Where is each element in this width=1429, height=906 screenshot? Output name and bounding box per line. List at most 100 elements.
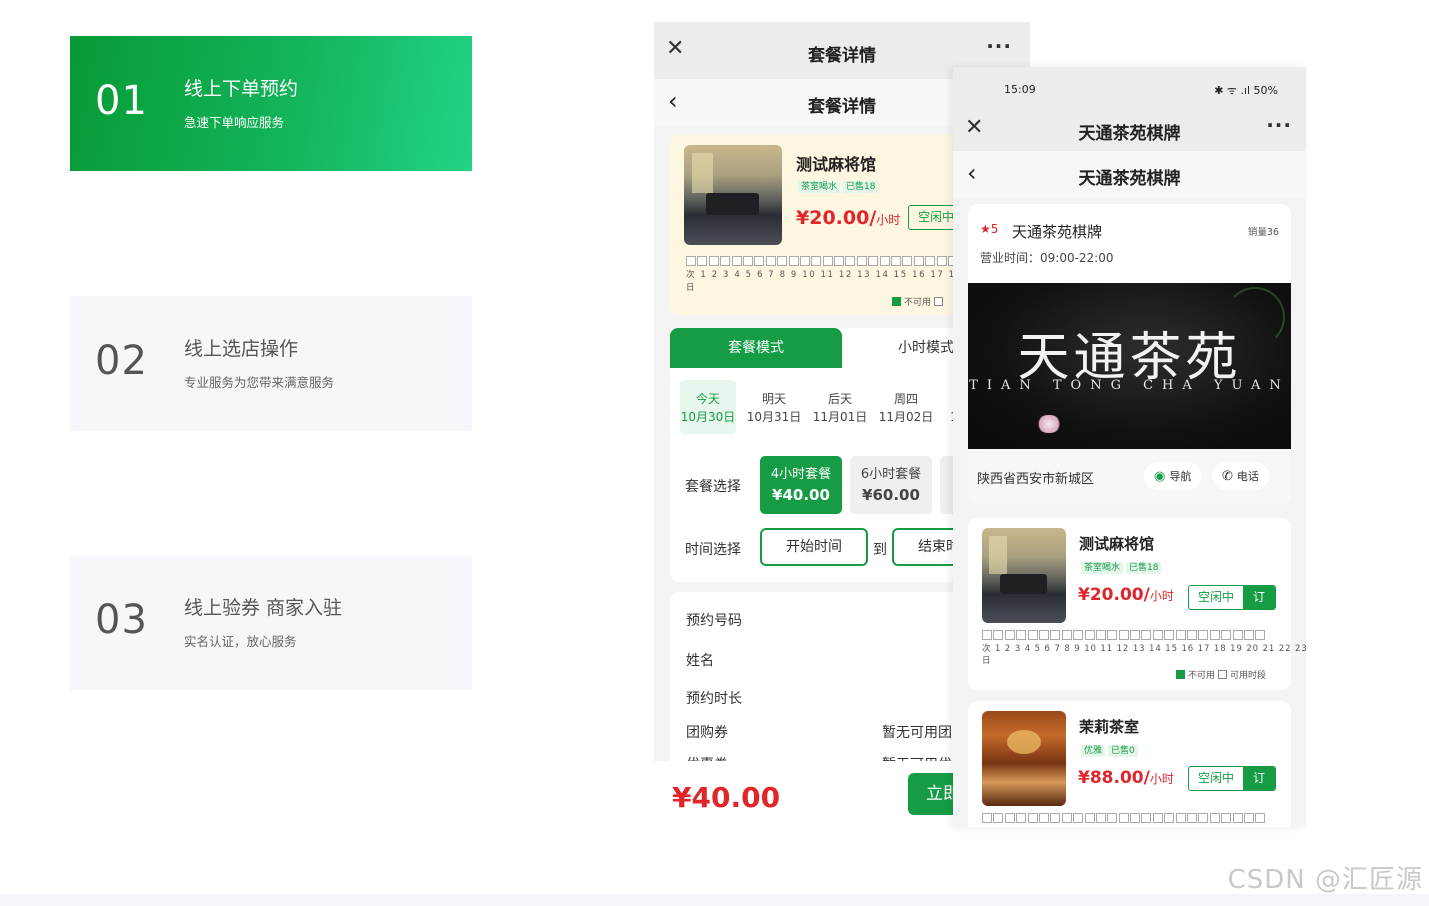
room-photo xyxy=(982,528,1066,623)
shop-price: ¥20.00/小时 xyxy=(796,207,901,229)
time-slot-box xyxy=(856,256,867,266)
step-card-1[interactable]: 01 线上下单预约 急速下单响应服务 xyxy=(70,36,472,171)
time-slot-box xyxy=(1004,630,1015,640)
step-subtitle: 急速下单响应服务 xyxy=(184,115,285,130)
time-slot-box xyxy=(708,256,719,266)
time-slot-box xyxy=(1095,813,1106,823)
time-slot-box xyxy=(1016,630,1027,640)
tab-hourly-mode[interactable]: 小时模式 xyxy=(898,328,954,368)
step-title: 线上验券 商家入驻 xyxy=(184,597,343,619)
time-slot-box xyxy=(1187,630,1198,640)
time-slot-box xyxy=(1255,813,1266,823)
room-tags: 优雅 已售0 xyxy=(1081,743,1141,757)
time-slot-box xyxy=(1107,630,1118,640)
time-slot-box xyxy=(1130,813,1141,823)
time-slot-box xyxy=(742,256,753,266)
signal-battery-icon: ✱ ᯤ .ıl 50% xyxy=(1214,84,1278,97)
time-slot-box xyxy=(1130,630,1141,640)
room-status-book[interactable]: 空闲中订 xyxy=(1188,585,1277,610)
slot-legend: 不可用 xyxy=(892,295,944,308)
time-slot-box xyxy=(1243,813,1254,823)
time-slot-box xyxy=(1209,630,1220,640)
room-card[interactable]: 茉莉茶室 优雅 已售0 ¥88.00/小时 空闲中订 xyxy=(968,701,1291,827)
time-slot-box xyxy=(788,256,799,266)
slot-hour-numbers: 次 1 2 3 4 5 6 7 8 9 10 11 12 13 14 15 16… xyxy=(982,644,1306,654)
time-slot-box xyxy=(754,256,765,266)
time-slot-box xyxy=(1016,813,1027,823)
room-card[interactable]: 测试麻将馆 茶室喝水 已售18 ¥20.00/小时 空闲中订 次 1 2 3 4 … xyxy=(968,518,1306,690)
more-dots-icon[interactable]: ··· xyxy=(1266,113,1292,137)
tab-package-mode[interactable]: 套餐模式 xyxy=(670,328,842,368)
address-row: 陕西省西安市新城区 ◉ 导航 ✆ 电话 xyxy=(968,449,1291,504)
navigate-button[interactable]: ◉ 导航 xyxy=(1144,462,1202,490)
room-tags: 茶室喝水 已售18 xyxy=(1081,560,1164,574)
rating-star-icon: ★5 xyxy=(980,222,999,236)
time-slot-box xyxy=(1084,813,1095,823)
store-hours: 营业时间：09:00-22:00 xyxy=(980,251,1114,265)
voucher-value[interactable]: 暂无可用团 xyxy=(882,722,952,742)
step-card-2[interactable]: 02 线上选店操作 专业服务为您带来满意服务 xyxy=(70,296,472,431)
time-slot-box xyxy=(1038,813,1049,823)
day-option[interactable]: 今天 10月30日 xyxy=(680,380,736,434)
room-status-book[interactable]: 空闲中订 xyxy=(1188,766,1277,791)
time-slot-box xyxy=(936,256,947,266)
time-slot-box xyxy=(982,813,992,823)
time-slot-box xyxy=(1050,813,1061,823)
time-slot-box xyxy=(731,256,742,266)
store-banner: 天通茶苑 TIAN TONG CHA YUAN xyxy=(968,283,1291,449)
time-slot-box xyxy=(799,256,810,266)
step-number: 01 xyxy=(95,78,148,124)
call-button[interactable]: ✆ 电话 xyxy=(1212,462,1269,490)
day-option[interactable]: 周四 11月02日 xyxy=(878,380,934,434)
time-slots xyxy=(982,813,1266,823)
day-option[interactable]: 明天 10月31日 xyxy=(746,380,802,434)
time-slot-box xyxy=(1209,813,1220,823)
more-dots-icon[interactable]: ··· xyxy=(986,34,1012,58)
room-name: 茉莉茶室 xyxy=(1079,718,1140,736)
time-slot-box xyxy=(902,256,913,266)
slot-legend: 不可用 可用时段 xyxy=(1176,668,1266,681)
package-option-4h[interactable]: 4小时套餐 ¥40.00 xyxy=(760,456,842,514)
slot-day-label: 日 xyxy=(982,656,993,666)
time-slot-box xyxy=(925,256,936,266)
time-slot-box xyxy=(913,256,924,266)
time-slot-box xyxy=(765,256,776,266)
time-slot-box xyxy=(1221,813,1232,823)
time-slot-box xyxy=(1073,813,1084,823)
time-slot-box xyxy=(1175,630,1186,640)
bottom-band xyxy=(0,894,1429,906)
time-slot-box xyxy=(1038,630,1049,640)
date-selector: 今天10月30日 明天10月31日 后天11月01日 周四11月02日 1 xyxy=(680,380,964,434)
wechat-title: 套餐详情 xyxy=(808,46,876,66)
step-title: 线上下单预约 xyxy=(184,78,299,100)
time-slot-box xyxy=(1004,813,1015,823)
banner-english-logo: TIAN TONG CHA YUAN xyxy=(969,378,1290,393)
status-time: 15:09 xyxy=(1004,83,1036,96)
time-slot-box xyxy=(686,256,696,266)
step-number: 02 xyxy=(95,338,148,384)
shop-tags: 茶室喝水 已售18 xyxy=(798,179,881,193)
store-address: 陕西省西安市新城区 xyxy=(977,472,1095,487)
time-slot-box xyxy=(1050,630,1061,640)
time-slot-box xyxy=(1152,630,1163,640)
package-option-6h[interactable]: 6小时套餐 ¥60.00 xyxy=(850,456,932,514)
total-price: ¥40.00 xyxy=(672,781,781,814)
day-option[interactable]: 后天 11月01日 xyxy=(812,380,868,434)
time-slot-box xyxy=(1187,813,1198,823)
time-slot-box xyxy=(993,630,1004,640)
time-slot-box xyxy=(1084,630,1095,640)
time-slot-box xyxy=(1107,813,1118,823)
booking-no-label: 预约号码 xyxy=(686,613,742,629)
time-slots xyxy=(982,630,1266,640)
time-slot-box xyxy=(868,256,879,266)
status-bar: 15:09 ✱ ᯤ .ıl 50% xyxy=(953,67,1306,107)
time-slot-box xyxy=(1232,630,1243,640)
time-slot-box xyxy=(1164,630,1175,640)
time-slot-box xyxy=(720,256,731,266)
step-title: 线上选店操作 xyxy=(184,338,299,360)
time-slot-box xyxy=(1027,630,1038,640)
step-card-3[interactable]: 03 线上验券 商家入驻 实名认证，放心服务 xyxy=(70,555,472,690)
start-time-button[interactable]: 开始时间 xyxy=(760,528,868,566)
time-slot-box xyxy=(982,630,992,640)
time-slot-box xyxy=(1152,813,1163,823)
